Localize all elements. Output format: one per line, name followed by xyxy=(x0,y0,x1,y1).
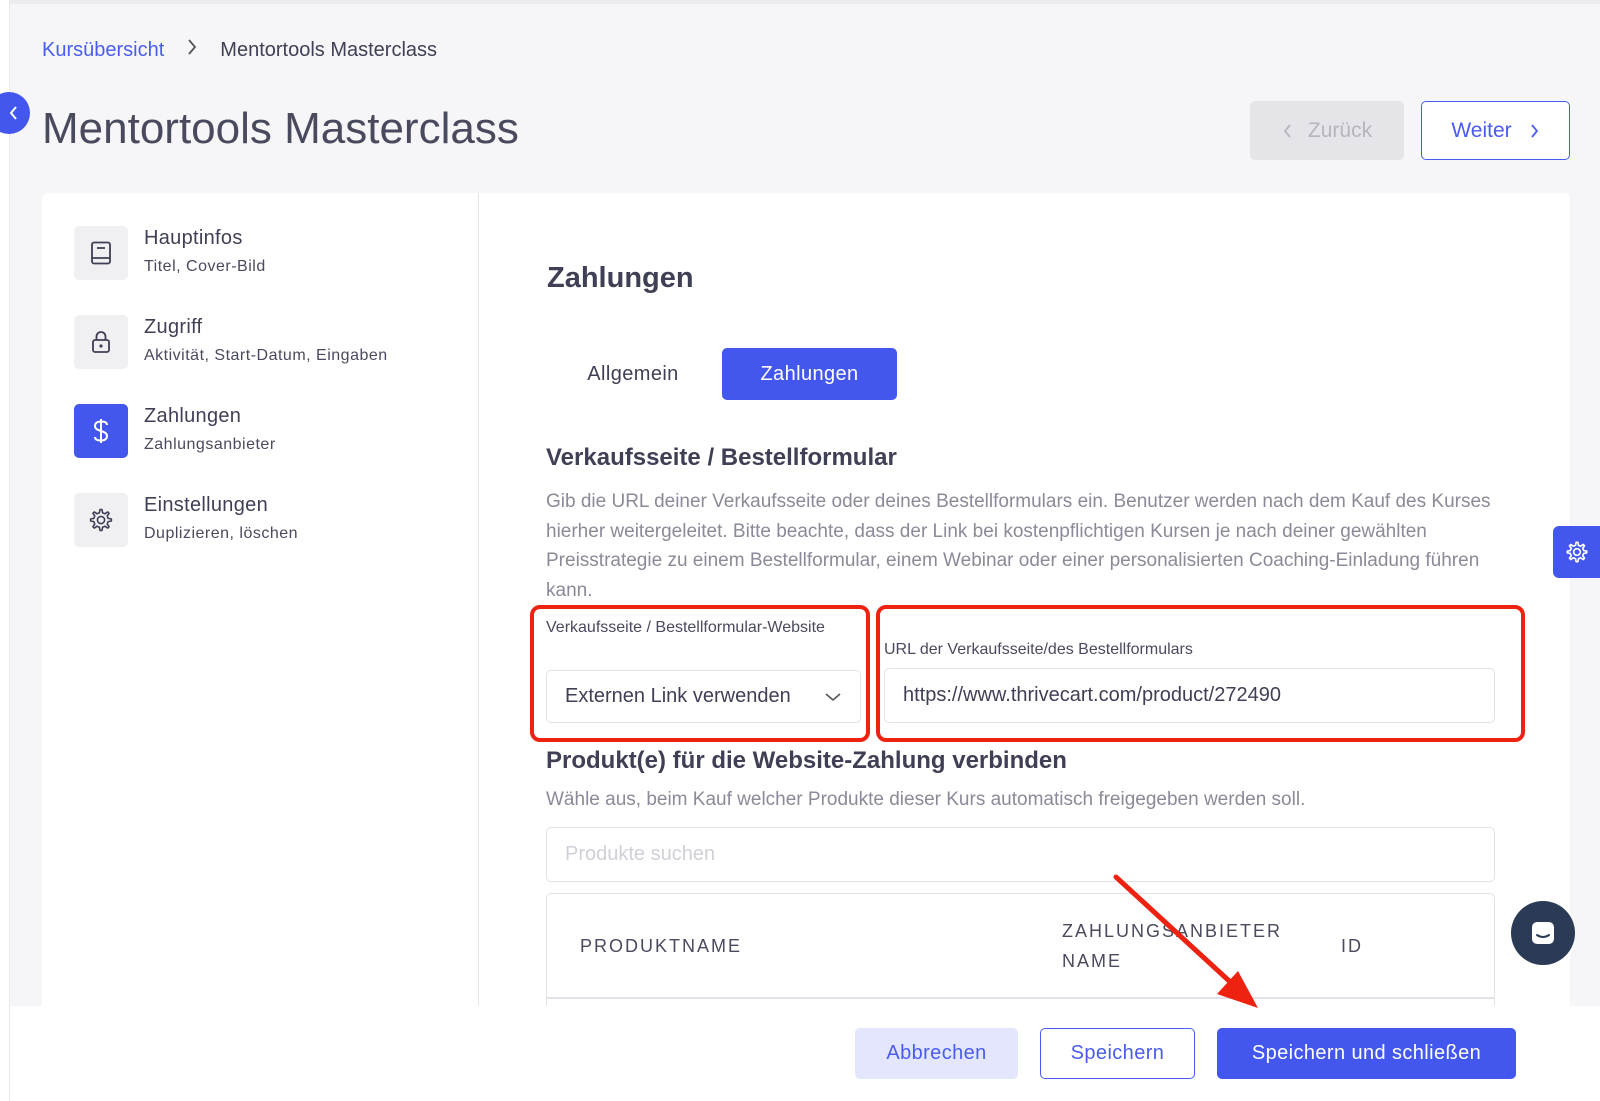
chevron-right-icon xyxy=(186,38,198,62)
gear-icon xyxy=(1566,541,1587,563)
products-heading: Produkt(e) für die Website-Zahlung verbi… xyxy=(546,747,1067,774)
back-button-label: Zurück xyxy=(1307,118,1373,142)
sidebar-item-subtitle: Aktivität, Start-Datum, Eingaben xyxy=(144,347,388,364)
next-button[interactable]: Weiter xyxy=(1421,101,1570,160)
sidebar-item-subtitle: Zahlungsanbieter xyxy=(144,436,276,453)
chat-launcher-button[interactable] xyxy=(1511,901,1575,965)
sidebar-item-zugriff[interactable]: Zugriff Aktivität, Start-Datum, Eingaben xyxy=(74,315,388,369)
chevron-left-icon xyxy=(9,106,17,120)
chevron-right-icon xyxy=(1530,123,1538,138)
breadcrumb-current: Mentortools Masterclass xyxy=(220,38,438,61)
dollar-icon xyxy=(74,404,128,458)
sales-page-heading: Verkaufsseite / Bestellformular xyxy=(546,444,897,471)
gear-icon xyxy=(74,493,128,547)
page-title: Mentortools Masterclass xyxy=(42,104,519,153)
column-header-product-name[interactable]: PRODUKTNAME xyxy=(580,931,742,961)
products-description: Wähle aus, beim Kauf welcher Produkte di… xyxy=(546,789,1306,810)
sidebar-item-zahlungen[interactable]: Zahlungen Zahlungsanbieter xyxy=(74,404,276,458)
breadcrumb: Kursübersicht Mentortools Masterclass xyxy=(42,38,437,62)
column-header-id[interactable]: ID xyxy=(1341,931,1363,961)
chat-icon xyxy=(1532,922,1554,944)
table-header-divider xyxy=(546,997,1495,999)
next-button-label: Weiter xyxy=(1451,118,1512,142)
settings-sidebar: Hauptinfos Titel, Cover-Bild Zugriff Akt… xyxy=(42,193,479,1013)
save-and-close-button[interactable]: Speichern und schließen xyxy=(1217,1028,1516,1079)
sidebar-item-hauptinfos[interactable]: Hauptinfos Titel, Cover-Bild xyxy=(74,226,266,280)
sidebar-collapse-button[interactable] xyxy=(0,92,30,134)
breadcrumb-link-overview[interactable]: Kursübersicht xyxy=(42,39,164,62)
annotation-highlight-url xyxy=(876,605,1525,742)
product-search-input[interactable] xyxy=(546,827,1495,882)
left-rail xyxy=(0,0,10,1101)
book-icon xyxy=(74,226,128,280)
section-title: Zahlungen xyxy=(547,262,694,294)
sidebar-item-title: Einstellungen xyxy=(144,494,268,516)
tab-allgemein[interactable]: Allgemein xyxy=(560,348,706,400)
annotation-highlight-select xyxy=(530,605,870,742)
save-button[interactable]: Speichern xyxy=(1040,1028,1195,1079)
sales-page-description: Gib die URL deiner Verkaufsseite oder de… xyxy=(546,491,1491,601)
sidebar-item-subtitle: Duplizieren, löschen xyxy=(144,525,299,542)
sidebar-item-title: Zugriff xyxy=(144,316,203,338)
back-button[interactable]: Zurück xyxy=(1250,101,1404,160)
sidebar-item-title: Hauptinfos xyxy=(144,227,243,249)
sidebar-item-title: Zahlungen xyxy=(144,405,242,427)
sidebar-item-einstellungen[interactable]: Einstellungen Duplizieren, löschen xyxy=(74,493,298,547)
cancel-button[interactable]: Abbrechen xyxy=(855,1028,1018,1079)
tab-zahlungen[interactable]: Zahlungen xyxy=(722,348,897,400)
sidebar-item-subtitle: Titel, Cover-Bild xyxy=(144,258,266,275)
chevron-left-icon xyxy=(1283,123,1291,138)
column-header-provider-name[interactable]: ZAHLUNGSANBIETER NAME xyxy=(1062,916,1312,976)
floating-settings-button[interactable] xyxy=(1553,526,1600,578)
lock-icon xyxy=(74,315,128,369)
top-border xyxy=(0,0,1600,4)
